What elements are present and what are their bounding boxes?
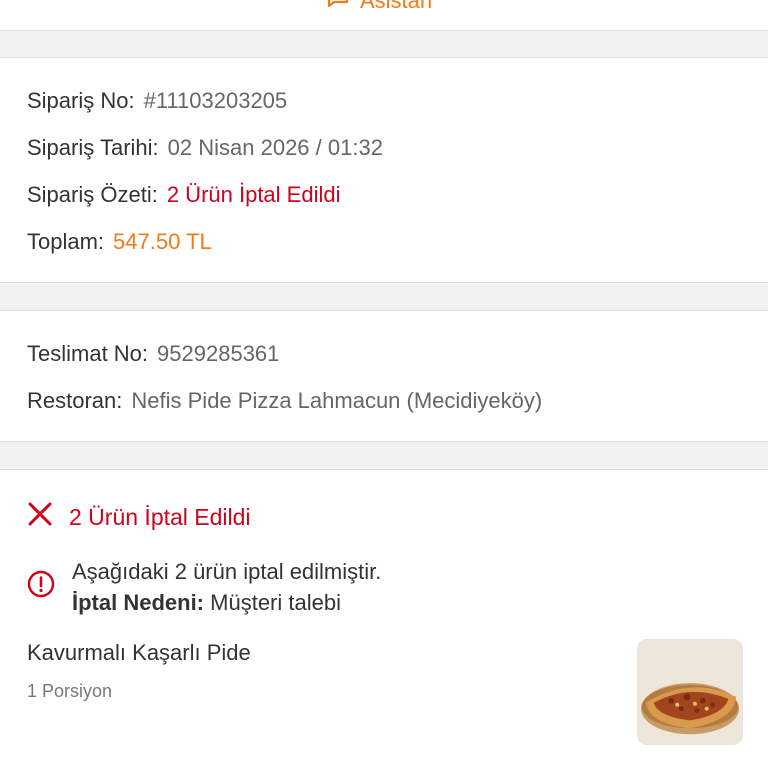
section-divider bbox=[0, 282, 768, 311]
pide-image-icon bbox=[638, 640, 742, 744]
notice-line: Aşağıdaki 2 ürün iptal edilmiştir. bbox=[72, 559, 382, 584]
order-date-row: Sipariş Tarihi: 02 Nisan 2026 / 01:32 bbox=[27, 135, 383, 161]
product-name: Kavurmalı Kaşarlı Pide bbox=[27, 640, 251, 665]
order-summary-label: Sipariş Özeti: bbox=[27, 182, 158, 207]
delivery-info-section: Teslimat No: 9529285361 Restoran: Nefis … bbox=[0, 311, 768, 441]
order-total-label: Toplam: bbox=[27, 229, 105, 254]
restaurant-row: Restoran: Nefis Pide Pizza Lahmacun (Mec… bbox=[27, 388, 542, 414]
cancel-reason-value: Müşteri talebi bbox=[210, 590, 341, 615]
order-number-row: Sipariş No: #11103203205 bbox=[27, 88, 287, 114]
close-x-icon bbox=[27, 501, 53, 533]
order-number-value: #11103203205 bbox=[143, 88, 288, 113]
order-date-label: Sipariş Tarihi: bbox=[27, 135, 159, 160]
top-bar: Asistan bbox=[0, 0, 768, 30]
product-image[interactable] bbox=[637, 639, 743, 745]
cancellation-notice: Aşağıdaki 2 ürün iptal edilmiştir. İptal… bbox=[27, 556, 381, 618]
section-divider bbox=[0, 30, 768, 58]
assistant-link[interactable]: Asistan bbox=[326, 0, 432, 16]
order-summary-row: Sipariş Özeti: 2 Ürün İptal Edildi bbox=[27, 182, 340, 208]
restaurant-value: Nefis Pide Pizza Lahmacun (Mecidiyeköy) bbox=[131, 388, 543, 413]
delivery-number-label: Teslimat No: bbox=[27, 341, 149, 366]
delivery-number-value: 9529285361 bbox=[157, 341, 280, 366]
cancellation-header: 2 Ürün İptal Edildi bbox=[27, 501, 251, 533]
product-quantity: 1 Porsiyon bbox=[27, 681, 113, 701]
order-number-label: Sipariş No: bbox=[27, 88, 135, 113]
chat-bubble-icon bbox=[326, 0, 350, 16]
order-info-section: Sipariş No: #11103203205 Sipariş Tarihi:… bbox=[0, 58, 768, 282]
cancel-reason: İptal Nedeni: Müşteri talebi bbox=[72, 587, 381, 618]
info-circle-icon bbox=[27, 556, 55, 618]
order-total-row: Toplam: 547.50 TL bbox=[27, 229, 212, 255]
cancellation-section: 2 Ürün İptal Edildi Aşağıdaki 2 ürün ipt… bbox=[0, 470, 768, 768]
delivery-number-row: Teslimat No: 9529285361 bbox=[27, 341, 279, 367]
assistant-label: Asistan bbox=[360, 0, 433, 13]
restaurant-label: Restoran: bbox=[27, 388, 123, 413]
section-divider bbox=[0, 441, 768, 470]
order-date-value: 02 Nisan 2026 / 01:32 bbox=[167, 135, 383, 160]
cancel-reason-label: İptal Nedeni: bbox=[72, 590, 205, 615]
notice-text: Aşağıdaki 2 ürün iptal edilmiştir. İptal… bbox=[72, 556, 381, 618]
cancellation-title: 2 Ürün İptal Edildi bbox=[69, 503, 251, 530]
order-total-value: 547.50 TL bbox=[113, 229, 212, 254]
order-summary-value: 2 Ürün İptal Edildi bbox=[166, 182, 341, 207]
